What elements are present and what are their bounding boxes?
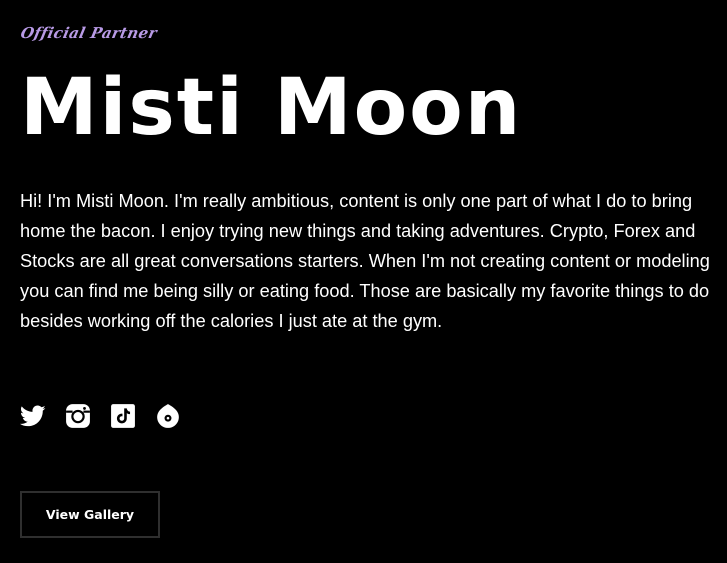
twitter-link[interactable] bbox=[20, 403, 46, 429]
instagram-icon bbox=[66, 404, 90, 428]
tiktok-link[interactable] bbox=[110, 403, 136, 429]
instagram-link[interactable] bbox=[65, 403, 91, 429]
onlyfans-link[interactable] bbox=[155, 403, 181, 429]
official-partner-label: Official Partner bbox=[19, 24, 159, 42]
social-links bbox=[20, 403, 181, 429]
bio-text: Hi! I'm Misti Moon. I'm really ambitious… bbox=[20, 191, 710, 331]
onlyfans-icon bbox=[157, 404, 179, 428]
twitter-icon bbox=[20, 405, 46, 427]
profile-page: Official Partner Misti Moon Hi! I'm Mist… bbox=[0, 0, 727, 563]
tiktok-icon bbox=[111, 404, 135, 428]
page-title: Misti Moon bbox=[20, 63, 523, 153]
view-gallery-button[interactable]: View Gallery bbox=[20, 491, 160, 538]
